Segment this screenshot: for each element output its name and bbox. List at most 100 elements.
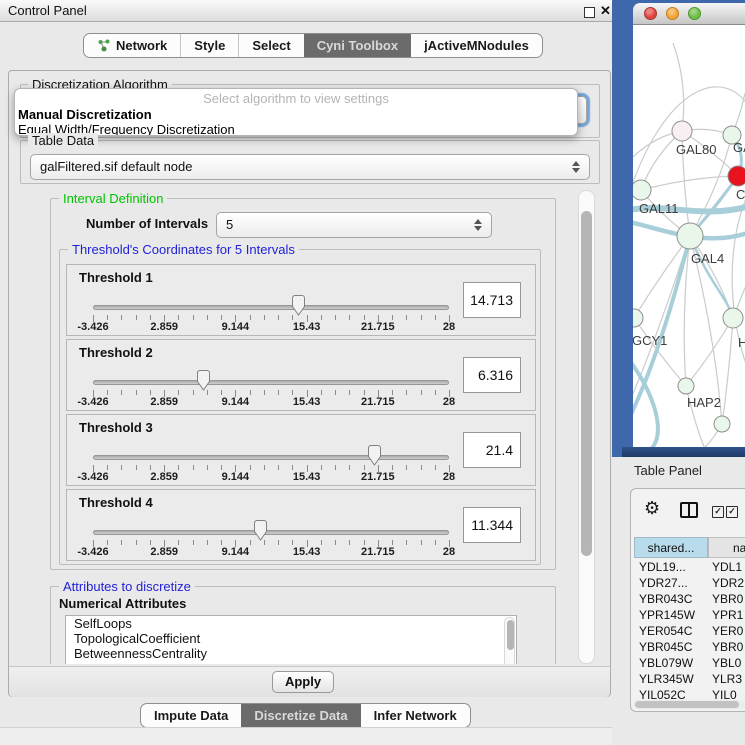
- settings-scrollbar[interactable]: [578, 190, 595, 664]
- threshold-slider-track[interactable]: [93, 530, 449, 535]
- slider-tick: [349, 390, 350, 395]
- interval-definition-group: Interval Definition Number of Intervals …: [50, 198, 556, 570]
- slider-tick: [264, 390, 265, 395]
- threshold-slider-track[interactable]: [93, 380, 449, 385]
- slider-tick: [250, 465, 251, 470]
- apply-button[interactable]: Apply: [272, 671, 334, 693]
- number-of-intervals-combo[interactable]: 5: [216, 212, 492, 238]
- settings-scrollbar-thumb[interactable]: [581, 211, 592, 556]
- slider-tick: [193, 315, 194, 320]
- slider-tick: [335, 315, 336, 320]
- table-row[interactable]: YDR27...YDR2: [634, 575, 745, 591]
- bottom-tab-impute-data[interactable]: Impute Data: [141, 704, 241, 727]
- tab-label: Impute Data: [154, 708, 228, 723]
- control-panel-title: Control Panel: [8, 3, 87, 18]
- table-row[interactable]: YER054CYER0: [634, 623, 745, 639]
- slider-tick: [321, 315, 322, 320]
- slider-tick: [392, 540, 393, 545]
- tab-network[interactable]: Network: [84, 34, 180, 57]
- float-window-icon[interactable]: [584, 7, 595, 18]
- network-node-label: GA: [733, 140, 745, 155]
- attributes-scrollbar-thumb[interactable]: [507, 620, 514, 650]
- table-row[interactable]: YLR345WYLR3: [634, 671, 745, 687]
- threshold-value-field[interactable]: 21.4: [463, 432, 521, 468]
- tab-cyni-toolbox[interactable]: Cyni Toolbox: [304, 34, 411, 57]
- network-node[interactable]: [633, 309, 643, 327]
- threshold-panel: Threshold 4-3.4262.8599.14415.4321.71528…: [66, 489, 536, 561]
- attribute-list-item[interactable]: SelfLoops: [66, 616, 516, 631]
- network-node[interactable]: [728, 166, 745, 186]
- threshold-panel: Threshold 3-3.4262.8599.14415.4321.71528…: [66, 414, 536, 486]
- zoom-light[interactable]: [688, 7, 701, 20]
- table-data-group-title: Table Data: [28, 133, 98, 148]
- slider-tick: [349, 315, 350, 320]
- threshold-slider-thumb[interactable]: [291, 295, 306, 316]
- slider-tick: [349, 540, 350, 545]
- algorithm-option[interactable]: Equal Width/Frequency Discretization: [15, 122, 577, 136]
- cell-name: YPR1: [708, 607, 743, 623]
- tab-label: Infer Network: [374, 708, 457, 723]
- slider-tick: [207, 465, 208, 470]
- algorithm-option[interactable]: Manual Discretization: [15, 107, 577, 122]
- network-node[interactable]: [714, 416, 730, 432]
- attributes-scrollbar[interactable]: [504, 617, 515, 664]
- algorithm-placeholder-option[interactable]: Select algorithm to view settings: [15, 90, 577, 107]
- slider-tick: [178, 540, 179, 545]
- threshold-slider-thumb[interactable]: [367, 445, 382, 466]
- table-row[interactable]: YBR045CYBR0: [634, 639, 745, 655]
- threshold-value-field[interactable]: 11.344: [463, 507, 521, 543]
- slider-tick: [292, 465, 293, 470]
- minimize-light[interactable]: [666, 7, 679, 20]
- network-node[interactable]: [723, 308, 743, 328]
- threshold-value-field[interactable]: 6.316: [463, 357, 521, 393]
- slider-tick: [292, 540, 293, 545]
- slider-tick: [193, 390, 194, 395]
- table-row[interactable]: YDL19...YDL1: [634, 559, 745, 575]
- bottom-tab-infer-network[interactable]: Infer Network: [361, 704, 470, 727]
- cell-name: YBL0: [708, 655, 741, 671]
- tab-select[interactable]: Select: [238, 34, 303, 57]
- cell-name: YBR0: [708, 639, 743, 655]
- close-icon[interactable]: ✕: [600, 3, 611, 19]
- control-panel-tabbar: NetworkStyleSelectCyni ToolboxjActiveMNo…: [83, 33, 543, 58]
- threshold-slider-track[interactable]: [93, 455, 449, 460]
- slider-tick: [221, 315, 222, 320]
- network-node[interactable]: [678, 378, 694, 394]
- network-node[interactable]: [633, 180, 651, 200]
- table-row[interactable]: YBR043CYBR0: [634, 591, 745, 607]
- table-horizontal-scrollbar-thumb[interactable]: [635, 701, 739, 708]
- threshold-slider-thumb[interactable]: [196, 370, 211, 391]
- threshold-slider-track[interactable]: [93, 305, 449, 310]
- column-layout-icon[interactable]: [680, 502, 698, 518]
- numerical-attributes-list[interactable]: SelfLoopsTopologicalCoefficientBetweenne…: [65, 615, 517, 664]
- slider-tick: [392, 390, 393, 395]
- network-node[interactable]: [672, 121, 692, 141]
- network-node[interactable]: [677, 223, 703, 249]
- tab-jactivemnodules[interactable]: jActiveMNodules: [411, 34, 542, 57]
- table-row[interactable]: YPR145WYPR1: [634, 607, 745, 623]
- gear-icon[interactable]: ⚙: [644, 499, 660, 517]
- attribute-list-item[interactable]: BetweennessCentrality: [66, 646, 516, 661]
- column-header-1[interactable]: shared...: [634, 537, 708, 558]
- slider-tick-label: 15.43: [293, 546, 321, 558]
- slider-tick: [207, 315, 208, 320]
- attribute-list-item[interactable]: TopologicalCoefficient: [66, 631, 516, 646]
- threshold-slider-thumb[interactable]: [253, 520, 268, 541]
- column-header-2[interactable]: name: [708, 537, 745, 558]
- slider-tick-label: -3.426: [77, 546, 108, 558]
- slider-tick: [392, 465, 393, 470]
- checkbox-icon[interactable]: ✓: [712, 506, 724, 518]
- table-row[interactable]: YBL079WYBL0: [634, 655, 745, 671]
- checkbox-icon[interactable]: ✓: [726, 506, 738, 518]
- slider-tick-label: 2.859: [150, 471, 178, 483]
- cell-shared-name: YDR27...: [634, 575, 708, 591]
- network-canvas[interactable]: GAL80GACGAL11GAL4GCY1HHAP2: [633, 25, 745, 447]
- tab-style[interactable]: Style: [180, 34, 238, 57]
- table-data-combo[interactable]: galFiltered.sif default node: [30, 154, 590, 180]
- threshold-value-field[interactable]: 14.713: [463, 282, 521, 318]
- table-row[interactable]: YIL052CYIL0: [634, 687, 745, 699]
- network-edge: [673, 43, 684, 131]
- bottom-tab-discretize-data[interactable]: Discretize Data: [241, 704, 360, 727]
- close-light[interactable]: [644, 7, 657, 20]
- network-node-label: H: [738, 335, 745, 350]
